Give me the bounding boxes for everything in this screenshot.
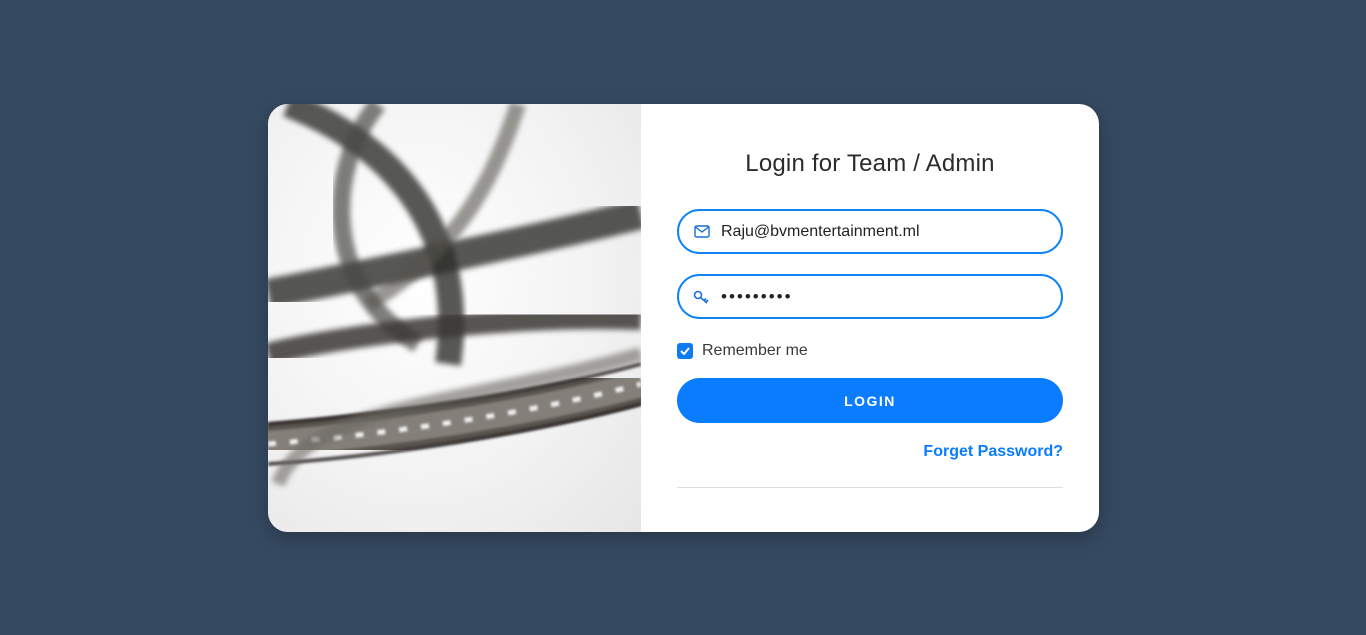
page-title: Login for Team / Admin xyxy=(745,150,995,177)
email-field[interactable] xyxy=(677,209,1063,254)
login-card: Login for Team / Admin Raju@bvmentertain… xyxy=(268,104,1099,532)
password-field[interactable] xyxy=(677,274,1063,319)
key-icon xyxy=(693,288,711,306)
login-button[interactable]: LOGIN xyxy=(677,378,1063,423)
remember-me[interactable]: Remember me xyxy=(677,342,1063,360)
film-reel-image xyxy=(268,104,641,532)
remember-checkbox[interactable] xyxy=(677,343,693,359)
password-input[interactable] xyxy=(721,286,1041,307)
email-input[interactable] xyxy=(721,222,1041,241)
forgot-password-link[interactable]: Forget Password? xyxy=(677,443,1063,461)
divider xyxy=(677,487,1063,488)
envelope-icon xyxy=(693,223,711,241)
login-form: Login for Team / Admin Raju@bvmentertain… xyxy=(641,104,1099,532)
remember-label: Remember me xyxy=(702,342,808,359)
